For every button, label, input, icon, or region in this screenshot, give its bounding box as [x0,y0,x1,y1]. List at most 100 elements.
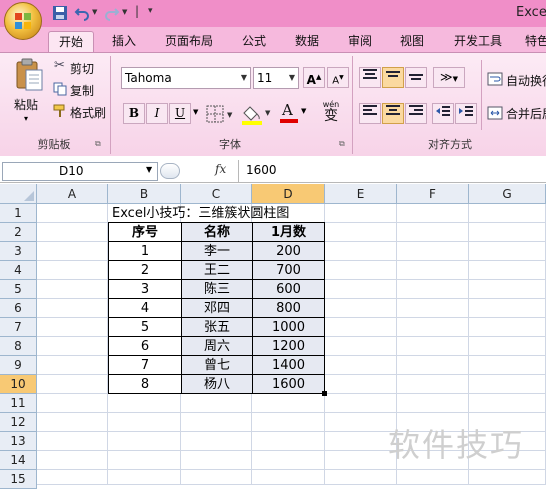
office-button[interactable] [4,2,42,40]
tab-insert[interactable]: 插入 [104,31,144,52]
table-header-cell[interactable]: 1月数 [252,222,325,242]
row-header-11[interactable]: 11 [0,394,37,413]
row-header-2[interactable]: 2 [0,223,37,242]
column-header-b[interactable]: B [108,184,181,204]
table-cell[interactable]: 曾七 [181,355,252,375]
font-launcher-icon[interactable]: ⧉ [339,139,345,149]
underline-dropdown-icon[interactable]: ▼ [193,108,198,116]
italic-button[interactable]: I [146,103,168,124]
table-cell[interactable]: 200 [252,241,325,261]
tab-developer[interactable]: 开发工具 [446,31,510,52]
table-cell[interactable]: 4 [108,298,181,318]
table-cell[interactable]: 1200 [252,336,325,356]
table-cell[interactable]: 1400 [252,355,325,375]
row-header-10[interactable]: 10 [0,375,37,394]
table-cell[interactable]: 600 [252,279,325,299]
underline-button[interactable]: U [169,103,191,124]
table-cell[interactable]: 王二 [181,260,252,280]
table-header-cell[interactable]: 名称 [181,222,252,242]
table-cell[interactable]: 800 [252,298,325,318]
align-center-button[interactable] [382,103,404,124]
clipboard-launcher-icon[interactable]: ⧉ [95,139,101,149]
fill-color-icon[interactable]: ▼ [240,103,274,125]
tab-formulas[interactable]: 公式 [234,31,274,52]
column-header-e[interactable]: E [325,184,397,204]
decrease-indent-button[interactable] [432,103,454,124]
row-header-13[interactable]: 13 [0,432,37,451]
font-name-combo[interactable]: Tahoma ▼ [121,67,251,89]
table-cell[interactable]: 8 [108,374,181,394]
paste-button[interactable]: 粘贴 [14,96,38,113]
paste-dropdown-icon[interactable]: ▾ [24,114,28,123]
select-all-corner[interactable] [0,184,37,204]
merge-center-button[interactable]: 合并后居 [506,105,546,122]
tab-special[interactable]: 特色 [522,31,546,52]
wrap-text-button[interactable]: 自动换行 [506,72,546,89]
column-header-a[interactable]: A [37,184,108,204]
table-cell[interactable]: 6 [108,336,181,356]
table-cell[interactable]: 1000 [252,317,325,337]
row-header-7[interactable]: 7 [0,318,37,337]
table-cell[interactable]: 1600 [252,374,325,394]
save-icon[interactable] [52,5,68,21]
table-cell[interactable]: 2 [108,260,181,280]
copy-button[interactable]: 复制 [70,82,94,99]
formula-input[interactable]: 1600 [246,163,277,177]
row-header-15[interactable]: 15 [0,470,37,489]
row-header-14[interactable]: 14 [0,451,37,470]
fill-handle[interactable] [322,391,327,396]
tab-data[interactable]: 数据 [287,31,327,52]
column-header-d[interactable]: D [252,184,325,204]
row-header-1[interactable]: 1 [0,204,37,223]
customize-qat-icon[interactable]: ▾ [148,6,153,16]
align-top-button[interactable] [359,67,381,88]
tab-page-layout[interactable]: 页面布局 [156,31,222,52]
tab-home[interactable]: 开始 [48,31,94,52]
tab-view[interactable]: 视图 [392,31,432,52]
row-header-9[interactable]: 9 [0,356,37,375]
table-cell[interactable]: 周六 [181,336,252,356]
increase-indent-button[interactable] [455,103,477,124]
wrap-text-icon[interactable] [487,71,503,87]
row-header-3[interactable]: 3 [0,242,37,261]
table-cell[interactable]: 3 [108,279,181,299]
row-header-8[interactable]: 8 [0,337,37,356]
formula-bar-splitter[interactable] [160,163,180,179]
align-right-button[interactable] [405,103,427,124]
table-cell[interactable]: 邓四 [181,298,252,318]
row-header-5[interactable]: 5 [0,280,37,299]
table-header-cell[interactable]: 序号 [108,222,181,242]
grow-font-button[interactable]: A▲ [303,67,325,88]
column-header-c[interactable]: C [181,184,252,204]
font-size-combo[interactable]: 11 ▼ [253,67,299,89]
copy-icon[interactable] [53,82,67,96]
table-cell[interactable]: 700 [252,260,325,280]
table-cell[interactable]: 1 [108,241,181,261]
column-header-g[interactable]: G [469,184,546,204]
align-bottom-button[interactable] [405,67,427,88]
align-left-button[interactable] [359,103,381,124]
table-cell[interactable]: 李一 [181,241,252,261]
tab-review[interactable]: 审阅 [340,31,380,52]
undo-icon[interactable] [74,5,90,21]
cut-icon[interactable]: ✂ [54,58,65,73]
font-color-button[interactable]: A ▼ [280,101,310,125]
insert-function-icon[interactable]: fx [215,162,226,176]
table-cell[interactable]: 杨八 [181,374,252,394]
sheet-title-cell[interactable]: Excel小技巧：三维簇状圆柱图 [112,204,289,223]
redo-dropdown-icon[interactable]: ▼ [122,8,127,16]
format-painter-icon[interactable] [53,104,67,118]
phonetic-guide-button[interactable]: wén 变 [314,100,348,126]
table-cell[interactable]: 张五 [181,317,252,337]
cut-button[interactable]: 剪切 [70,60,94,77]
row-header-4[interactable]: 4 [0,261,37,280]
name-box[interactable]: D10 [2,162,158,181]
bold-button[interactable]: B [123,103,145,124]
name-box-dropdown-icon[interactable]: ▼ [146,165,152,174]
paste-icon[interactable] [14,58,44,92]
merge-center-icon[interactable] [487,105,503,121]
align-middle-button[interactable] [382,67,404,88]
undo-dropdown-icon[interactable]: ▼ [92,8,97,16]
redo-icon[interactable] [104,5,120,21]
table-cell[interactable]: 5 [108,317,181,337]
